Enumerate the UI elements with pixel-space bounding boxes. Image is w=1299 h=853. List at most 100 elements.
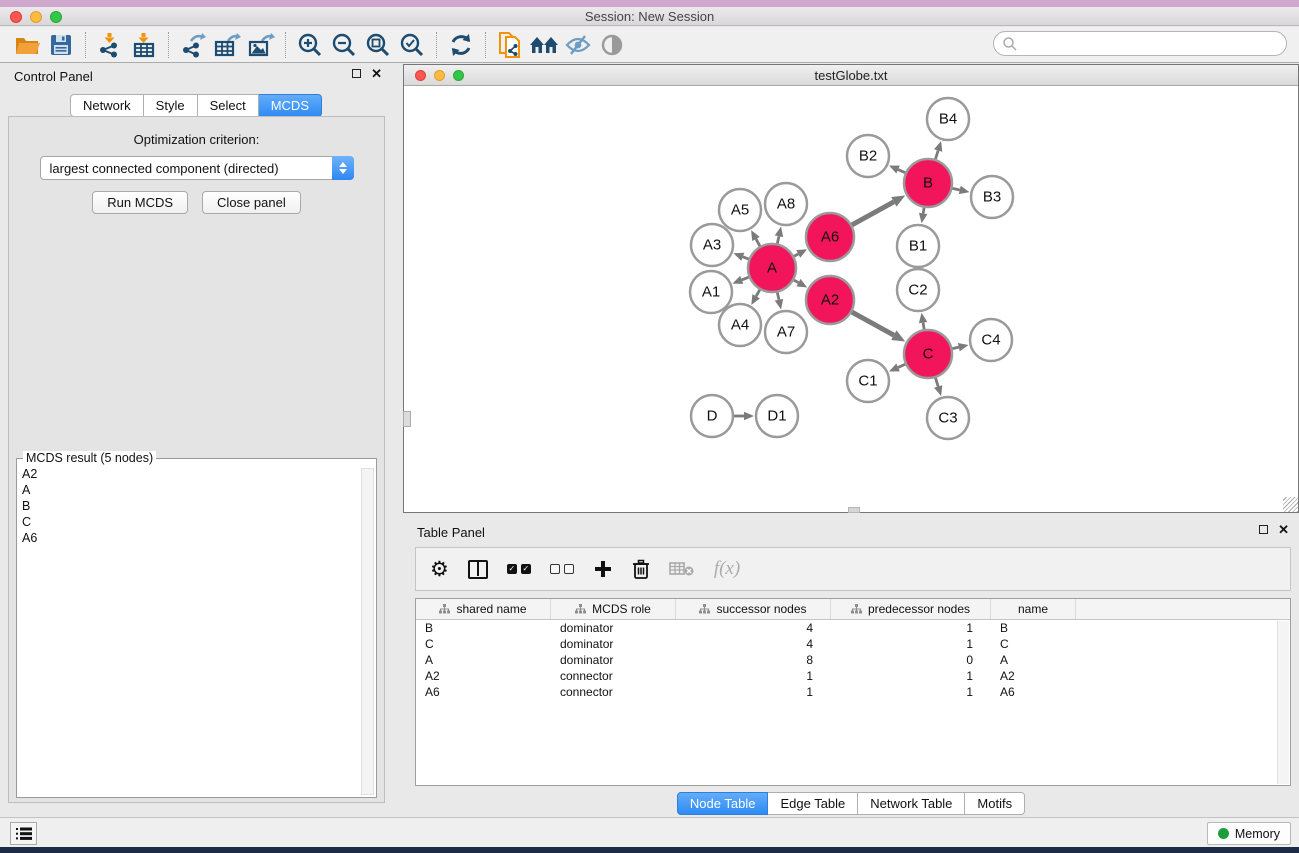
cell-shared-name[interactable]: B [416,621,551,635]
float-panel-icon[interactable] [1259,525,1268,534]
column-header-name[interactable]: name [991,599,1076,619]
select-all-rows-icon[interactable]: ✓✓ [507,555,531,583]
graph-node-A8[interactable]: A8 [765,183,807,225]
graph-node-D1[interactable]: D1 [756,395,798,437]
cell-successor-nodes[interactable]: 1 [676,669,831,683]
hide-selected-icon[interactable] [561,30,595,60]
cell-name[interactable]: C [991,637,1076,651]
result-item[interactable]: A6 [22,530,376,546]
graph-node-C[interactable]: C [904,330,952,378]
cell-name[interactable]: A2 [991,669,1076,683]
table-scrollbar[interactable] [1277,621,1289,784]
cell-shared-name[interactable]: C [416,637,551,651]
minimize-window-button[interactable] [30,11,42,23]
dropdown-stepper-icon[interactable] [332,156,354,180]
cell-predecessor-nodes[interactable]: 1 [831,637,991,651]
result-item[interactable]: C [22,514,376,530]
graph-node-A6[interactable]: A6 [806,213,854,261]
clone-network-icon[interactable] [493,30,527,60]
graph-node-C4[interactable]: C4 [970,319,1012,361]
optimization-criterion-dropdown[interactable]: largest connected component (directed) [40,156,354,180]
cell-predecessor-nodes[interactable]: 0 [831,653,991,667]
cell-MCDS-role[interactable]: dominator [551,637,676,651]
edge-B-B3[interactable] [952,186,969,194]
tab-node-table[interactable]: Node Table [677,792,769,815]
import-network-icon[interactable] [93,30,127,60]
edge-C-C1[interactable] [889,364,905,372]
graph-node-A1[interactable]: A1 [690,271,732,313]
edge-C-C3[interactable] [934,378,942,396]
cell-predecessor-nodes[interactable]: 1 [831,685,991,699]
float-panel-icon[interactable] [352,69,361,78]
run-mcds-button[interactable]: Run MCDS [92,191,188,214]
graph-node-A7[interactable]: A7 [765,311,807,353]
result-item[interactable]: B [22,498,376,514]
network-graph[interactable]: B4B2BB3A5A8A6B1A3AC2A1A2A4A7C4CC1DD1C3 [404,86,1298,512]
cell-MCDS-role[interactable]: connector [551,685,676,699]
table-settings-icon[interactable]: ⚙ [430,555,449,583]
edge-A-A7[interactable] [775,292,783,309]
resize-grip-icon[interactable] [1283,497,1298,512]
cell-predecessor-nodes[interactable]: 1 [831,621,991,635]
column-header-shared-name[interactable]: shared name [416,599,551,619]
column-header-MCDS-role[interactable]: MCDS role [551,599,676,619]
deselect-all-rows-icon[interactable] [550,555,574,583]
result-item[interactable]: A [22,482,376,498]
close-panel-icon[interactable]: ✕ [371,69,382,78]
refresh-layout-icon[interactable] [444,30,478,60]
edge-A-A3[interactable] [733,253,748,261]
zoom-network-button[interactable] [453,70,464,81]
tab-motifs[interactable]: Motifs [965,792,1025,815]
cell-name[interactable]: A6 [991,685,1076,699]
cell-successor-nodes[interactable]: 8 [676,653,831,667]
cell-successor-nodes[interactable]: 4 [676,621,831,635]
export-image-icon[interactable] [244,30,278,60]
table-row[interactable]: Adominator80A [416,652,1290,668]
cell-MCDS-role[interactable]: connector [551,669,676,683]
close-network-button[interactable] [415,70,426,81]
memory-button[interactable]: Memory [1207,822,1291,845]
graph-node-B[interactable]: B [904,159,952,207]
zoom-fit-icon[interactable] [361,30,395,60]
search-field[interactable] [993,31,1287,56]
result-scrollbar[interactable] [361,468,374,795]
cell-shared-name[interactable]: A6 [416,685,551,699]
tab-network-table[interactable]: Network Table [858,792,965,815]
graph-node-C3[interactable]: C3 [927,397,969,439]
cell-MCDS-role[interactable]: dominator [551,653,676,667]
splitter-grip[interactable] [403,411,411,427]
graph-node-A[interactable]: A [748,244,796,292]
graph-node-A4[interactable]: A4 [719,304,761,346]
tab-edge-table[interactable]: Edge Table [768,792,858,815]
save-session-icon[interactable] [44,30,78,60]
table-row[interactable]: A2connector11A2 [416,668,1290,684]
graph-node-C1[interactable]: C1 [847,360,889,402]
graph-node-B2[interactable]: B2 [847,135,889,177]
edge-A-A2[interactable] [794,279,807,288]
task-history-button[interactable] [10,822,37,845]
zoom-out-icon[interactable] [327,30,361,60]
graph-node-B4[interactable]: B4 [927,98,969,140]
show-columns-icon[interactable] [468,555,488,583]
edge-B-B2[interactable] [889,165,905,173]
cell-shared-name[interactable]: A [416,653,551,667]
edge-A-A4[interactable] [751,290,760,305]
show-all-icon[interactable] [595,30,629,60]
edge-A2-C[interactable] [852,312,905,341]
close-window-button[interactable] [10,11,22,23]
edge-A-A8[interactable] [775,226,783,243]
close-panel-icon[interactable]: ✕ [1278,525,1289,534]
graph-node-B1[interactable]: B1 [897,225,939,267]
cell-MCDS-role[interactable]: dominator [551,621,676,635]
edge-B-B4[interactable] [934,141,942,159]
edge-C-C4[interactable] [952,343,968,351]
splitter-grip[interactable] [848,507,860,513]
tab-network[interactable]: Network [70,94,144,117]
result-item[interactable]: A2 [22,466,376,482]
delete-row-icon[interactable] [632,555,650,583]
table-row[interactable]: A6connector11A6 [416,684,1290,700]
zoom-selected-icon[interactable] [395,30,429,60]
cell-predecessor-nodes[interactable]: 1 [831,669,991,683]
cell-shared-name[interactable]: A2 [416,669,551,683]
open-file-icon[interactable] [10,30,44,60]
